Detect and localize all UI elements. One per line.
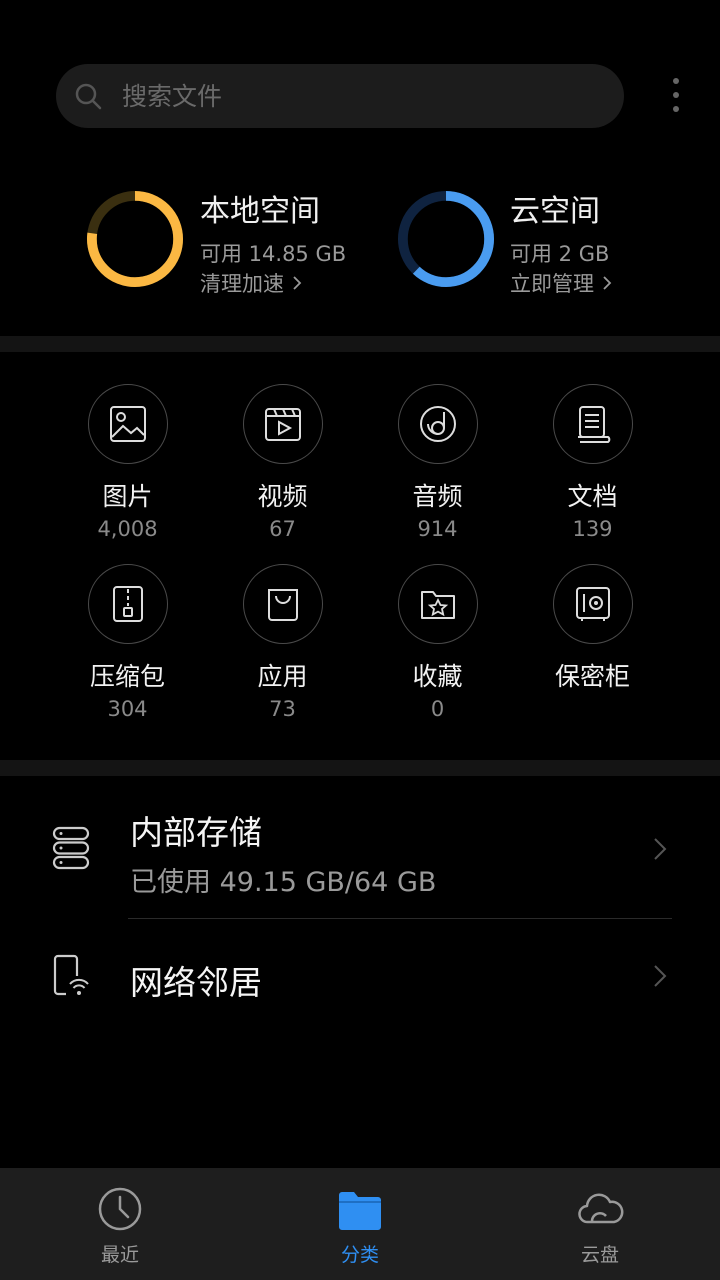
chevron-right-icon (603, 276, 612, 290)
category-icon-circle (87, 564, 168, 644)
nav-label: 云盘 (580, 1244, 619, 1266)
shopping-bag-icon (267, 589, 298, 621)
local-storage-card[interactable] (86, 190, 184, 292)
category-icon-circle (397, 384, 478, 464)
local-storage-available: 可用 14.85 GB (200, 242, 347, 266)
category-label: 文档 (567, 482, 618, 511)
chevron-right-icon (654, 965, 667, 987)
chevron-right-icon (654, 838, 667, 860)
category-icon-circle (552, 384, 633, 464)
category-count: 4,008 (97, 517, 158, 541)
section-divider (0, 760, 720, 776)
safe-icon (575, 587, 610, 621)
clean-accelerate-label: 清理加速 (200, 272, 284, 296)
music-icon (419, 406, 456, 442)
chevron-right-icon (293, 276, 302, 290)
category-audio[interactable]: 音频 914 (360, 384, 515, 544)
video-icon (264, 408, 301, 441)
network-neighbors-row[interactable]: 网络邻居 (0, 920, 720, 1032)
nav-cloud[interactable]: 云盘 (480, 1168, 720, 1280)
internal-storage-title: 内部存储 (130, 813, 262, 852)
search-input[interactable] (120, 80, 564, 112)
folder-icon (339, 1192, 381, 1230)
internal-storage-row[interactable]: 内部存储 已使用 49.15 GB/64 GB (0, 776, 720, 918)
category-label: 视频 (257, 482, 308, 511)
network-device-icon (53, 954, 92, 998)
cloud-icon (578, 1193, 624, 1224)
document-icon (577, 406, 610, 443)
category-label: 应用 (257, 662, 308, 691)
local-storage-title: 本地空间 (200, 194, 320, 229)
nav-categories[interactable]: 分类 (240, 1168, 480, 1280)
category-archives[interactable]: 压缩包 304 (50, 564, 205, 724)
search-icon (75, 83, 102, 110)
category-documents[interactable]: 文档 139 (515, 384, 670, 544)
category-icon-circle (87, 384, 168, 464)
category-label: 收藏 (412, 662, 463, 691)
category-images[interactable]: 图片 4,008 (50, 384, 205, 544)
category-favorites[interactable]: 收藏 0 (360, 564, 515, 724)
bottom-nav: 最近 分类 云盘 (0, 1168, 720, 1280)
nav-label: 最近 (100, 1244, 139, 1266)
image-icon (109, 406, 146, 442)
category-label: 压缩包 (89, 662, 165, 691)
category-label: 保密柜 (554, 662, 630, 691)
category-label: 图片 (102, 482, 153, 511)
category-videos[interactable]: 视频 67 (205, 384, 360, 544)
section-divider (0, 336, 720, 352)
nav-label: 分类 (340, 1244, 379, 1266)
local-storage-ring (86, 190, 184, 288)
category-count: 67 (269, 517, 296, 541)
cloud-storage-card[interactable] (397, 190, 495, 292)
nav-recent[interactable]: 最近 (0, 1168, 240, 1280)
clean-accelerate-link[interactable]: 清理加速 (200, 268, 302, 298)
category-count: 304 (107, 697, 148, 721)
category-icon-circle (397, 564, 478, 644)
category-count: 0 (430, 697, 445, 721)
internal-storage-usage: 已使用 49.15 GB/64 GB (130, 867, 437, 898)
category-label: 音频 (412, 482, 463, 511)
network-neighbors-title: 网络邻居 (130, 963, 262, 1002)
cloud-storage-ring (397, 190, 495, 288)
cloud-storage-title: 云空间 (510, 194, 600, 229)
category-count: 139 (572, 517, 613, 541)
category-safe[interactable]: 保密柜 (515, 564, 670, 694)
more-options-icon[interactable] (660, 76, 692, 116)
row-separator (128, 918, 672, 919)
cloud-storage-available: 可用 2 GB (510, 242, 610, 266)
category-icon-circle (242, 384, 323, 464)
search-bar[interactable] (56, 64, 624, 128)
category-icon-circle (242, 564, 323, 644)
star-folder-icon (420, 591, 455, 619)
storage-icon (52, 826, 90, 870)
clock-icon (98, 1187, 142, 1231)
manage-now-link[interactable]: 立即管理 (510, 268, 612, 298)
zip-icon (112, 586, 143, 622)
category-count: 914 (417, 517, 458, 541)
manage-now-label: 立即管理 (510, 272, 594, 296)
category-icon-circle (552, 564, 633, 644)
category-apps[interactable]: 应用 73 (205, 564, 360, 724)
category-count: 73 (269, 697, 296, 721)
